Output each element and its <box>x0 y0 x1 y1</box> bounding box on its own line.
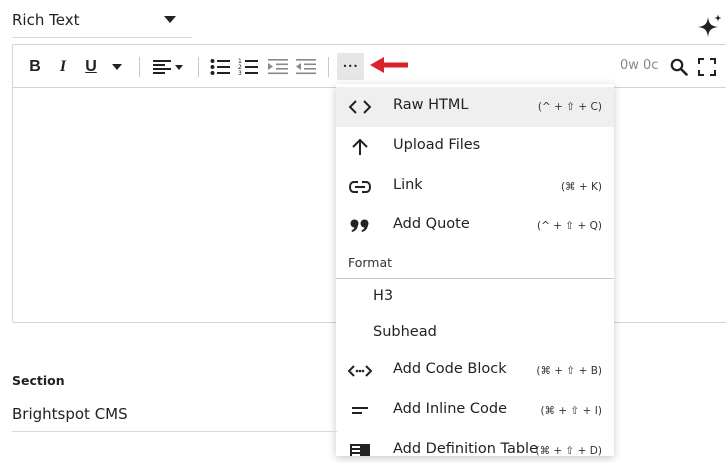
word-count: 0w 0c <box>620 58 659 73</box>
bulleted-list-button[interactable] <box>209 45 231 88</box>
indent-icon <box>268 58 288 74</box>
menu-section-heading: Format <box>348 255 393 270</box>
menu-item-raw-html[interactable]: Raw HTML (^ + ⇧ + C) <box>336 87 614 127</box>
underline-icon: U <box>85 57 97 75</box>
fullscreen-button[interactable] <box>696 45 718 88</box>
search-button[interactable] <box>668 45 690 88</box>
caret-down-icon <box>112 63 122 70</box>
numbered-list-icon: 1 2 3 <box>238 58 258 76</box>
menu-item-add-definition-table[interactable]: Add Definition Table (⌘ + ⇧ + D) <box>336 431 614 456</box>
search-icon <box>670 58 688 76</box>
menu-item-shortcut: (⌘ + ⇧ + D) <box>535 445 602 456</box>
red-arrow-icon <box>370 57 408 73</box>
arrow-up-icon <box>348 135 372 159</box>
menu-item-subhead[interactable]: Subhead <box>336 314 614 354</box>
caret-down-icon <box>164 16 176 23</box>
table-icon <box>348 439 372 456</box>
toolbar-divider <box>139 57 140 77</box>
sparkle-icon[interactable] <box>698 14 722 38</box>
mode-select[interactable]: Rich Text <box>12 6 192 38</box>
code-icon <box>348 95 372 119</box>
italic-button[interactable]: I <box>53 45 73 88</box>
menu-item-shortcut: (⌘ + ⇧ + B) <box>536 365 602 377</box>
menu-item-label: Upload Files <box>393 137 481 153</box>
menu-item-label: Add Quote <box>393 216 470 232</box>
menu-item-shortcut: (^ + ⇧ + Q) <box>537 220 602 232</box>
mode-select-value: Rich Text <box>12 11 80 29</box>
menu-item-label: Raw HTML <box>393 97 469 113</box>
bold-icon: B <box>29 57 41 75</box>
indent-button[interactable] <box>267 45 289 88</box>
svg-text:3: 3 <box>238 70 242 76</box>
section-label: Section <box>12 373 65 388</box>
more-options-button[interactable]: ••• <box>337 53 364 80</box>
menu-item-label: Add Inline Code <box>393 401 508 417</box>
menu-item-label: Add Code Block <box>393 361 507 377</box>
code-block-icon <box>348 359 372 383</box>
toolbar-divider <box>328 57 329 77</box>
menu-item-add-code-block[interactable]: Add Code Block (⌘ + ⇧ + B) <box>336 351 614 391</box>
ellipsis-icon: ••• <box>342 62 359 71</box>
link-icon <box>348 175 372 199</box>
more-options-menu: Raw HTML (^ + ⇧ + C) Upload Files Link (… <box>336 84 614 456</box>
menu-item-label: Subhead <box>373 324 437 340</box>
underline-button[interactable]: U <box>81 45 101 88</box>
menu-item-upload-files[interactable]: Upload Files <box>336 127 614 167</box>
bulleted-list-icon <box>210 58 230 75</box>
section-field-underline <box>12 431 337 432</box>
menu-item-label: Add Definition Table <box>393 441 538 456</box>
menu-item-label: Link <box>393 177 423 193</box>
outdent-button[interactable] <box>295 45 317 88</box>
bold-button[interactable]: B <box>25 45 45 88</box>
numbered-list-button[interactable]: 1 2 3 <box>237 45 259 88</box>
menu-item-shortcut: (^ + ⇧ + C) <box>537 101 602 113</box>
menu-item-add-quote[interactable]: Add Quote (^ + ⇧ + Q) <box>336 206 614 246</box>
menu-item-h3[interactable]: H3 <box>336 278 614 318</box>
outdent-icon <box>296 58 316 74</box>
menu-item-shortcut: (⌘ + K) <box>560 181 602 193</box>
text-style-dropdown[interactable] <box>109 45 125 88</box>
menu-item-link[interactable]: Link (⌘ + K) <box>336 167 614 207</box>
menu-item-add-inline-code[interactable]: Add Inline Code (⌘ + ⇧ + I) <box>336 391 614 431</box>
menu-item-shortcut: (⌘ + ⇧ + I) <box>540 405 602 417</box>
quote-icon <box>348 214 372 238</box>
section-field[interactable]: Brightspot CMS <box>12 405 128 423</box>
align-dropdown[interactable] <box>151 45 187 88</box>
menu-item-label: H3 <box>373 288 394 304</box>
toolbar-divider <box>198 57 199 77</box>
italic-icon: I <box>59 57 67 75</box>
inline-code-icon <box>348 399 372 423</box>
fullscreen-icon <box>698 57 716 76</box>
align-left-icon <box>153 59 183 74</box>
